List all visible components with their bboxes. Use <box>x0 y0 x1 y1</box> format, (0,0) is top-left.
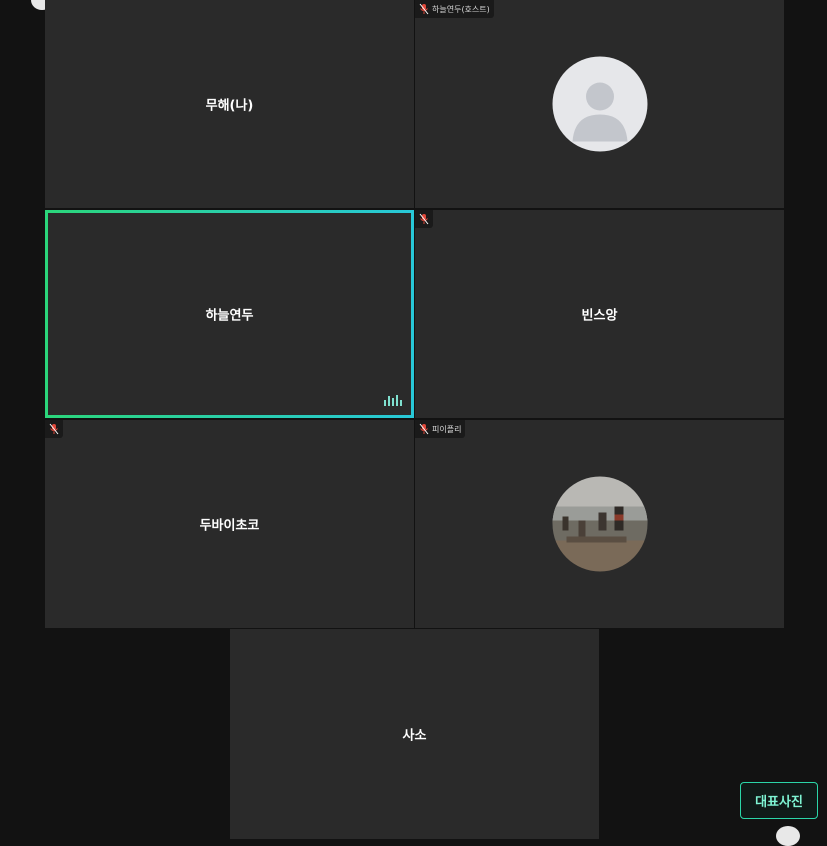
participant-name: 하늘연두 <box>205 308 254 324</box>
audio-level-icon <box>384 395 402 406</box>
participant-name: 무해(나) <box>205 98 254 114</box>
participant-tag <box>45 420 63 438</box>
participant-name: 빈스앙 <box>581 308 618 324</box>
participant-name: 두바이초코 <box>199 518 260 534</box>
mic-muted-icon <box>419 3 429 15</box>
participant-tile[interactable]: 피이플리 <box>415 420 784 628</box>
participant-tile-self[interactable]: 무해(나) <box>45 0 414 208</box>
default-avatar-icon <box>552 56 647 152</box>
participant-tile[interactable]: 빈스앙 <box>415 210 784 418</box>
mic-muted-icon <box>419 213 429 225</box>
profile-photo <box>552 476 647 572</box>
participant-tag: 하늘연두(호스트) <box>415 0 494 18</box>
participant-name: 사소 <box>402 728 427 744</box>
participant-tag <box>415 210 433 228</box>
corner-control-icon[interactable] <box>776 826 800 846</box>
representative-photo-button[interactable]: 대표사진 <box>740 782 818 819</box>
participant-tile[interactable]: 사소 <box>230 629 599 839</box>
participant-tag-label: 피이플리 <box>432 424 462 434</box>
participant-tag: 피이플리 <box>415 420 466 438</box>
mic-muted-icon <box>49 423 59 435</box>
mic-muted-icon <box>419 423 429 435</box>
participant-tag-label: 하늘연두(호스트) <box>432 4 490 14</box>
participant-tile-host[interactable]: 하늘연두(호스트) <box>415 0 784 208</box>
participant-tile[interactable]: 두바이초코 <box>45 420 414 628</box>
participant-tile-speaking[interactable]: 하늘연두 <box>45 210 414 418</box>
